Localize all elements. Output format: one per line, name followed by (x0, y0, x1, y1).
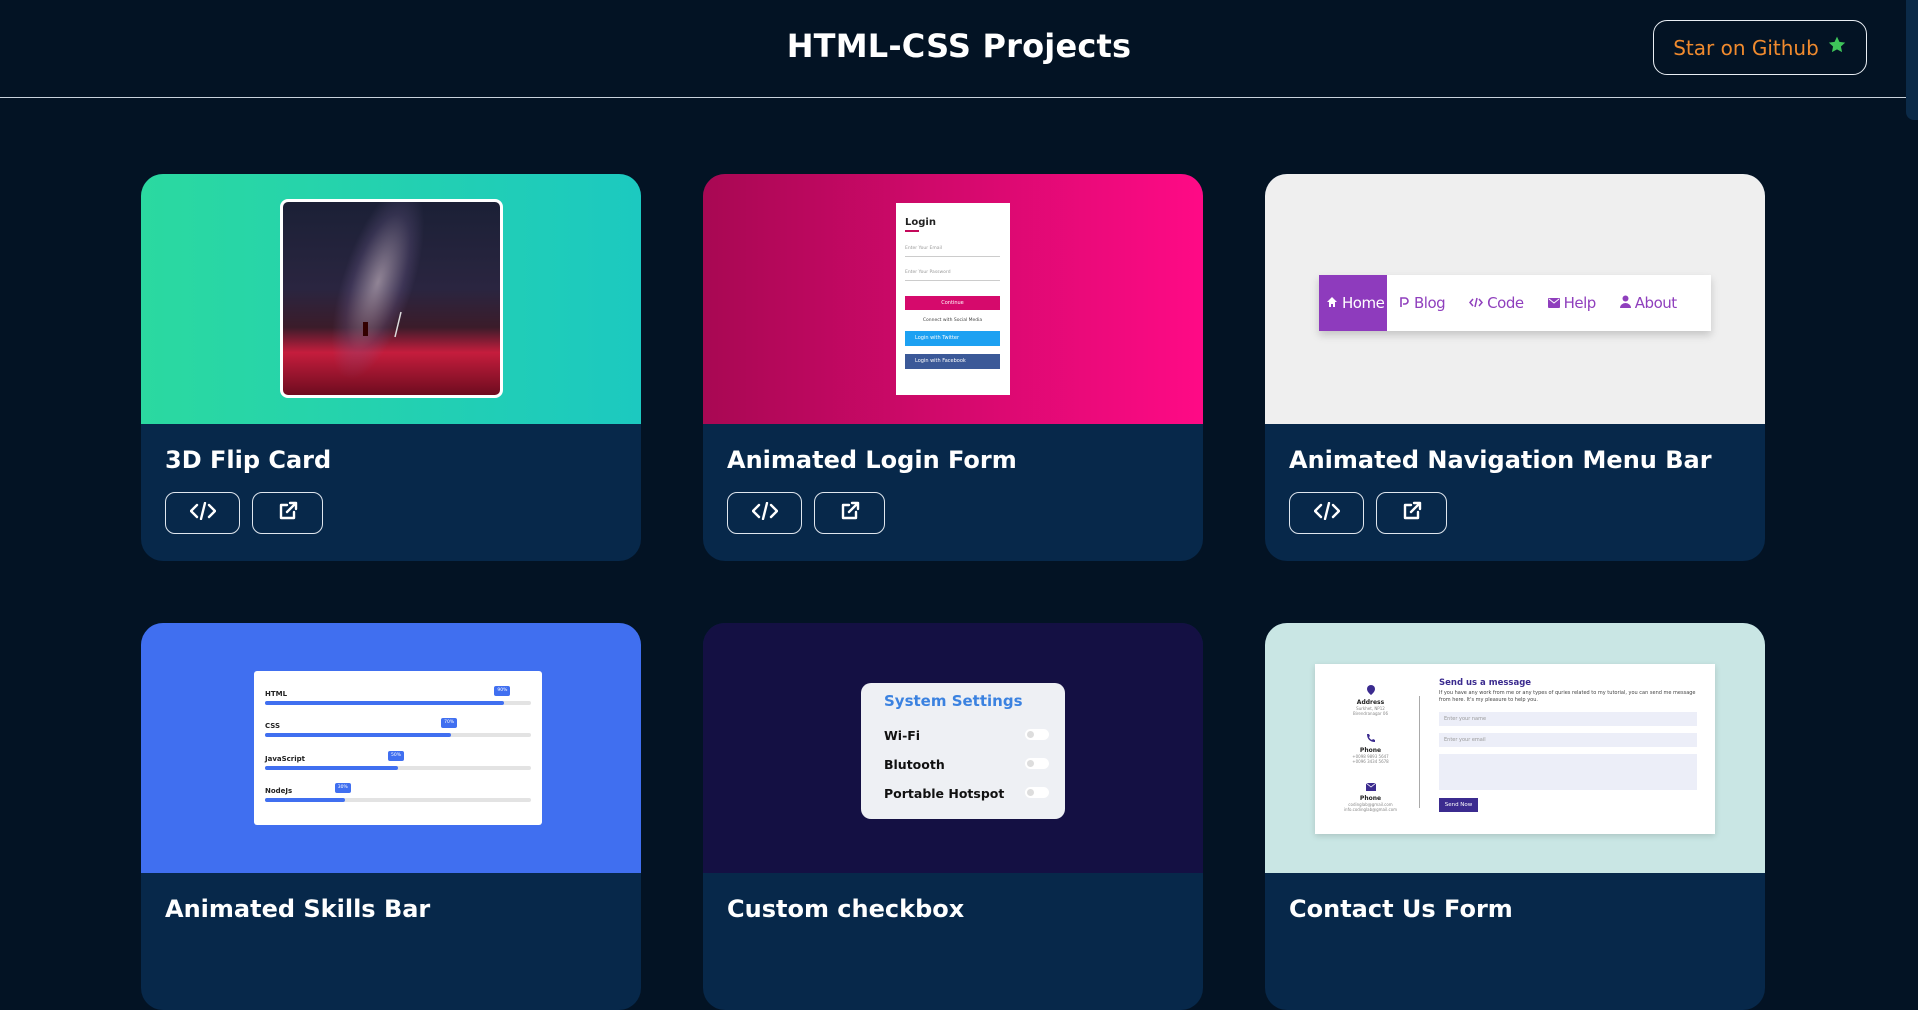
name-field: Enter your name (1439, 712, 1697, 726)
project-card: 3D Flip Card (141, 174, 641, 561)
star-icon (1827, 35, 1847, 60)
code-icon (1313, 501, 1340, 524)
twitter-login-button: Login with Twitter (905, 331, 1000, 346)
project-card: HTML 90% CSS 70% JavaScript 50% NodeJs 3… (141, 623, 641, 1010)
nav-item-help: Help (1536, 275, 1608, 331)
setting-row: Blutooth (884, 757, 1049, 772)
skill-fill (265, 798, 345, 802)
mail-icon (1333, 776, 1408, 795)
location-icon (1333, 680, 1408, 699)
skill-fill (265, 766, 398, 770)
card-title: Contact Us Form (1289, 895, 1513, 923)
card-preview: Home Blog Code Help About (1265, 174, 1765, 424)
card-info: Animated Login Form (703, 424, 1203, 561)
code-icon (751, 501, 778, 524)
mail-icon (1547, 294, 1560, 312)
nav-item-blog: Blog (1387, 275, 1457, 331)
card-preview: HTML 90% CSS 70% JavaScript 50% NodeJs 3… (141, 623, 641, 873)
card-title: Animated Login Form (727, 446, 1017, 474)
card-title: Custom checkbox (727, 895, 965, 923)
contact-heading: Send us a message (1439, 678, 1532, 688)
contact-phone: Phone +0098 9893 5647 +0096 3434 5678 (1333, 728, 1408, 764)
star-on-github-button[interactable]: Star on Github (1653, 20, 1867, 75)
external-link-icon (1402, 501, 1422, 525)
external-link-icon (840, 501, 860, 525)
scrollbar-thumb[interactable] (1906, 0, 1918, 120)
card-preview: System Settings Wi-Fi Blutooth Portable … (703, 623, 1203, 873)
view-code-button[interactable] (1289, 492, 1364, 534)
header: HTML-CSS Projects Star on Github (0, 0, 1918, 98)
card-preview (141, 174, 641, 424)
card-preview: Address Surkhet, NP12 Birendranagar 06 P… (1265, 623, 1765, 873)
send-now-button: Send Now (1439, 798, 1478, 812)
toggle-switch (1025, 787, 1049, 798)
night-sky-photo (280, 199, 503, 398)
skill-row: HTML 90% (265, 686, 531, 705)
skill-fill (265, 701, 505, 705)
page-title: HTML-CSS Projects (786, 27, 1132, 65)
card-info: Animated Navigation Menu Bar (1265, 424, 1765, 561)
contact-description: If you have any work from me or any type… (1439, 690, 1696, 703)
home-icon (1326, 294, 1338, 312)
card-info: Contact Us Form (1265, 873, 1765, 1010)
nav-item-code: Code (1457, 275, 1535, 331)
message-field (1439, 754, 1697, 790)
star-button-label: Star on Github (1673, 35, 1819, 60)
card-preview: Login Enter Your Email Enter Your Passwo… (703, 174, 1203, 424)
user-icon (1619, 294, 1631, 312)
blog-icon (1399, 294, 1410, 312)
live-demo-button[interactable] (1376, 492, 1447, 534)
project-card: System Settings Wi-Fi Blutooth Portable … (703, 623, 1203, 1010)
card-info: Animated Skills Bar (141, 873, 641, 1010)
skills-bar-preview: HTML 90% CSS 70% JavaScript 50% NodeJs 3… (254, 671, 542, 825)
skill-fill (265, 733, 452, 737)
contact-email: Phone codinglab@gmail.com info.codinglab… (1333, 776, 1408, 812)
facebook-login-button: Login with Facebook (905, 354, 1000, 369)
settings-title: System Settings (884, 692, 1023, 710)
setting-row: Wi-Fi (884, 728, 1049, 743)
skill-row: JavaScript 50% (265, 751, 531, 770)
project-card: Login Enter Your Email Enter Your Passwo… (703, 174, 1203, 561)
skill-percent-tip: 90% (494, 686, 511, 696)
social-text: Connect with Social Media (922, 318, 983, 323)
login-form-preview: Login Enter Your Email Enter Your Passwo… (896, 203, 1010, 395)
email-field: Enter Your Email (905, 246, 1000, 257)
view-code-button[interactable] (165, 492, 240, 534)
project-card: Address Surkhet, NP12 Birendranagar 06 P… (1265, 623, 1765, 1010)
card-title: Animated Skills Bar (165, 895, 431, 923)
skill-percent-tip: 30% (334, 783, 351, 793)
toggle-switch (1025, 758, 1049, 769)
nav-item-home: Home (1319, 275, 1387, 331)
phone-icon (1333, 728, 1408, 747)
login-title: Login (905, 217, 936, 228)
view-code-button[interactable] (727, 492, 802, 534)
live-demo-button[interactable] (814, 492, 885, 534)
live-demo-button[interactable] (252, 492, 323, 534)
card-info: 3D Flip Card (141, 424, 641, 561)
skill-row: CSS 70% (265, 718, 531, 737)
continue-button: Continue (905, 296, 1000, 310)
settings-preview: System Settings Wi-Fi Blutooth Portable … (861, 683, 1065, 819)
code-icon (1469, 294, 1484, 312)
card-title: 3D Flip Card (165, 446, 332, 474)
card-info: Custom checkbox (703, 873, 1203, 1010)
project-card: Home Blog Code Help About Animated Navig… (1265, 174, 1765, 561)
nav-menu-preview: Home Blog Code Help About (1319, 275, 1711, 331)
nav-item-about: About (1608, 275, 1689, 331)
card-title: Animated Navigation Menu Bar (1289, 446, 1712, 474)
toggle-switch (1025, 729, 1049, 740)
contact-form-preview: Address Surkhet, NP12 Birendranagar 06 P… (1315, 664, 1715, 834)
external-link-icon (278, 501, 298, 525)
contact-address: Address Surkhet, NP12 Birendranagar 06 (1333, 680, 1408, 716)
password-field: Enter Your Password (905, 270, 1000, 281)
email-field: Enter your email (1439, 733, 1697, 747)
skill-percent-tip: 70% (441, 718, 458, 728)
setting-row: Portable Hotspot (884, 786, 1049, 801)
code-icon (189, 501, 216, 524)
skill-row: NodeJs 30% (265, 783, 531, 802)
skill-percent-tip: 50% (388, 751, 404, 761)
